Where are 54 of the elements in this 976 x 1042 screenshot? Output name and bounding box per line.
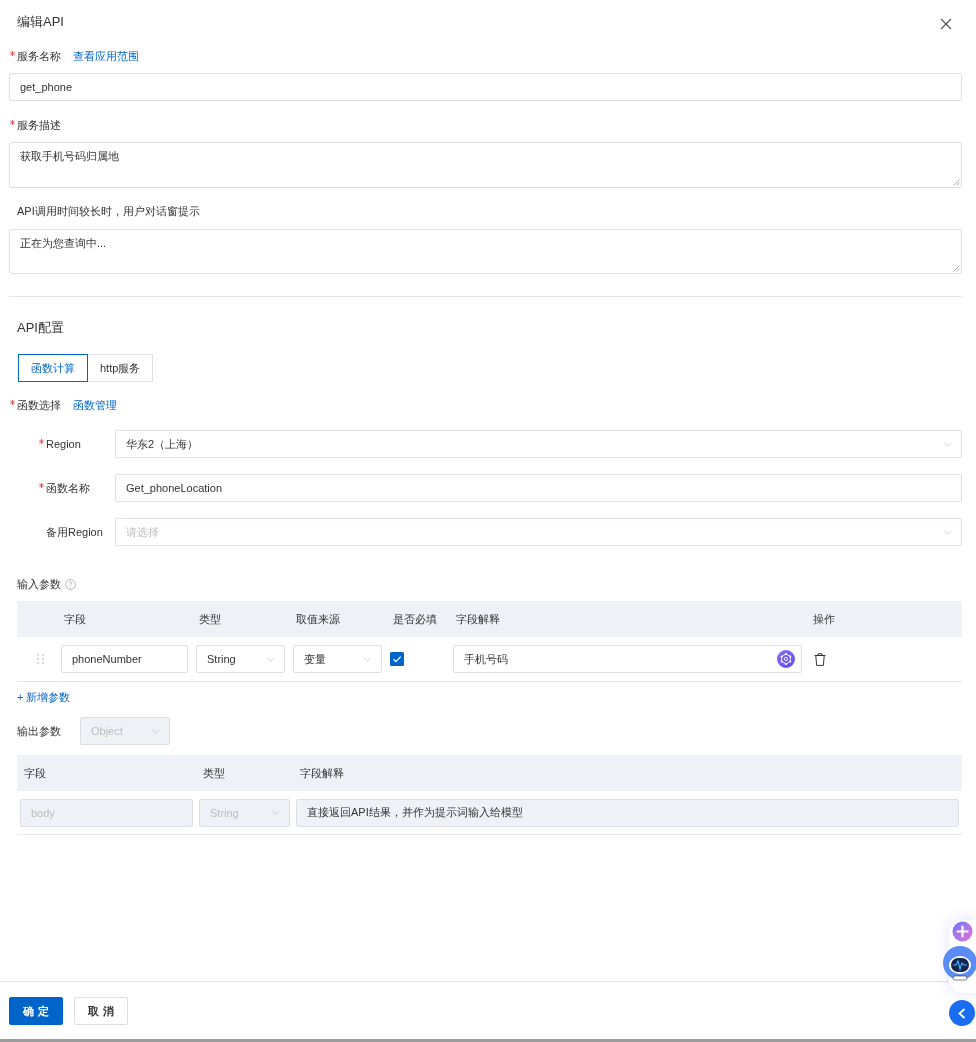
add-parameter-link[interactable]: + 新增参数 [17,687,71,707]
column-header: 类型 [202,765,226,781]
network-icon[interactable] [777,650,795,668]
robot-icon[interactable] [942,945,976,982]
input-field[interactable]: phoneNumber [61,645,188,673]
field-label: 服务描述 [17,118,61,133]
section-title: API配置 [17,319,64,337]
input-field[interactable]: 手机号码 [453,645,802,673]
select-field[interactable]: 华东2（上海） [115,430,962,458]
tab[interactable]: 函数计算 [18,354,88,382]
column-header: 字段 [63,611,87,627]
input-field[interactable]: 直接返回API结果，并作为提示词输入给模型 [296,798,959,827]
column-header: 字段解释 [455,611,501,627]
column-header: 取值来源 [295,611,341,627]
chevron-down-icon [151,728,160,734]
column-header: 类型 [198,611,222,627]
chevron-left-icon [958,1007,966,1019]
field-label: 服务名称 [17,49,61,64]
section-label: 输出参数 [17,724,62,739]
resize-grip-icon [953,265,960,272]
plus-icon[interactable] [952,921,973,942]
input-field[interactable]: get_phone [9,73,962,101]
checkbox[interactable] [390,652,404,666]
field-label: API调用时间较长时，用户对话窗提示 [17,204,200,219]
field-label: 备用Region [46,524,103,540]
function-manage-link[interactable]: 函数管理 [73,395,117,415]
footer-button[interactable]: 确 定 [9,997,63,1025]
field-label: Region [46,438,81,450]
textarea-field[interactable]: 获取手机号码归属地 [9,142,962,188]
tab[interactable]: http服务 [87,354,154,382]
field-label: 函数名称 [46,480,90,496]
source-select[interactable]: 变量 [293,645,382,673]
section-label: 输入参数 [17,577,61,592]
type-select[interactable]: String [196,645,285,673]
column-header: 操作 [812,611,836,627]
collapse-button[interactable] [949,1000,975,1026]
input-field[interactable]: Get_phoneLocation [115,474,962,502]
field-label: 函数选择 [17,398,61,413]
chevron-down-icon [363,656,372,662]
drag-handle-icon[interactable] [37,654,44,664]
column-header: 是否必填 [392,611,438,627]
footer-button[interactable]: 取 消 [74,997,128,1025]
chevron-down-icon [943,441,952,447]
trash-icon[interactable] [814,652,826,666]
column-header: 字段 [23,765,47,781]
chevron-down-icon [266,656,275,662]
view-scope-link[interactable]: 查看应用范围 [73,46,139,66]
dialog-title: 编辑API [17,13,64,31]
column-header: 字段解释 [299,765,345,781]
chevron-down-icon [943,529,952,535]
textarea-field[interactable]: 正在为您查询中... [9,229,962,274]
close-icon[interactable] [940,18,952,30]
resize-grip-icon [953,179,960,186]
chevron-down-icon [271,810,280,815]
